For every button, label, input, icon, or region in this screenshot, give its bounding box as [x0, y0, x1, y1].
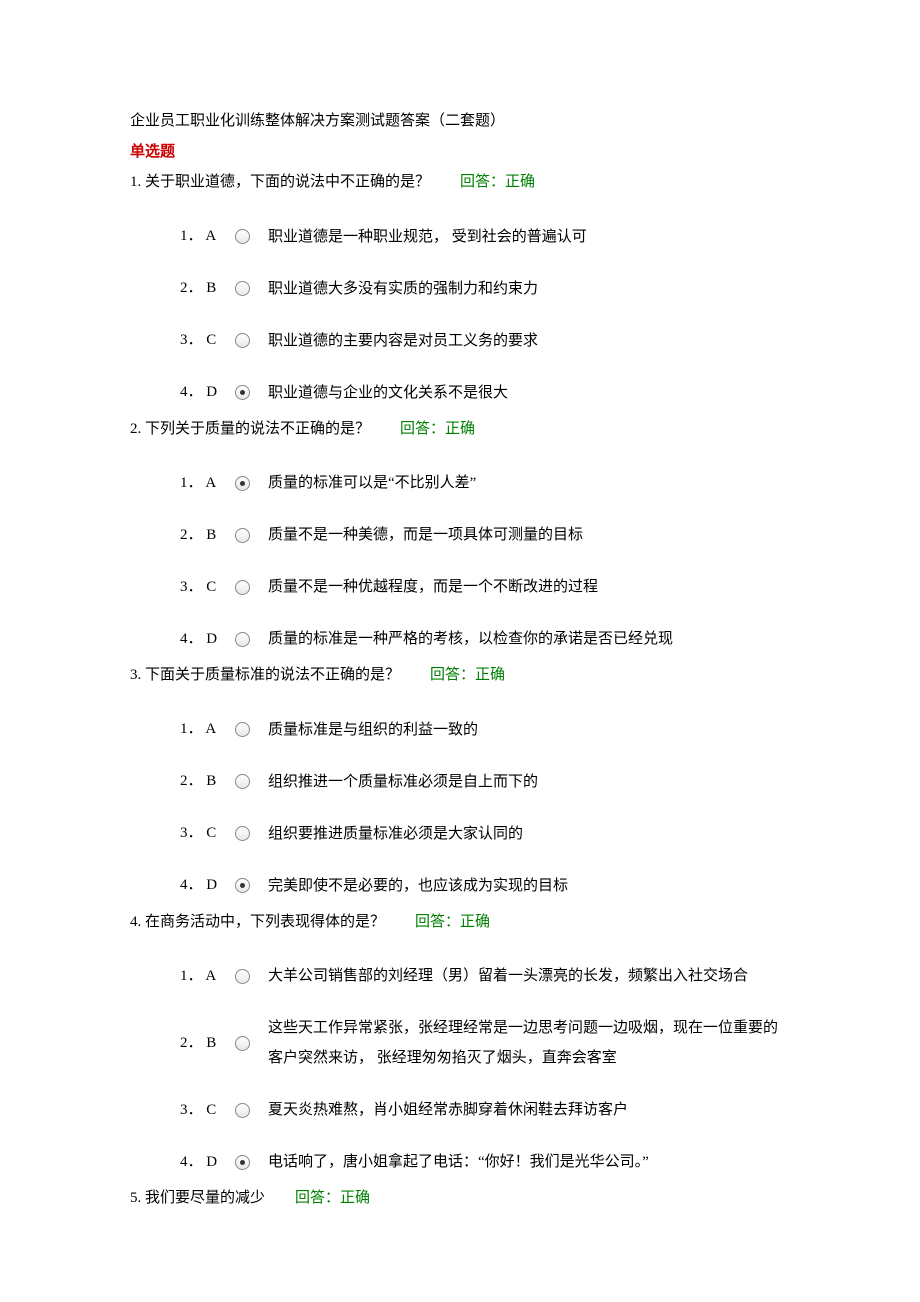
option-index: 3． C: [180, 822, 235, 845]
option-row: 3． C 质量不是一种优越程度，而是一个不断改进的过程: [180, 572, 790, 602]
radio-icon[interactable]: [235, 1036, 250, 1051]
question-text: 5. 我们要尽量的减少: [130, 1190, 265, 1206]
answer-status: 回答：正确: [415, 914, 490, 930]
option-index: 1． A: [180, 472, 235, 495]
option-text: 质量的标准是一种严格的考核，以检查你的承诺是否已经兑现: [268, 624, 790, 654]
radio-icon[interactable]: [235, 528, 250, 543]
radio-icon[interactable]: [235, 229, 250, 244]
answer-status: 回答：正确: [460, 174, 535, 190]
radio-icon[interactable]: [235, 476, 250, 491]
option-index: 3． C: [180, 329, 235, 352]
option-text: 电话响了，唐小姐拿起了电话：“你好！我们是光华公司。”: [268, 1147, 790, 1177]
question-text: 1. 关于职业道德，下面的说法中不正确的是？: [130, 174, 430, 190]
question-line: 2. 下列关于质量的说法不正确的是？ 回答：正确: [130, 418, 790, 441]
options-block: 1． A 职业道德是一种职业规范， 受到社会的普遍认可 2． B 职业道德大多没有实质…: [130, 222, 790, 408]
option-text: 组织推进一个质量标准必须是自上而下的: [268, 767, 790, 797]
question-text: 3. 下面关于质量标准的说法不正确的是？: [130, 667, 400, 683]
radio-icon[interactable]: [235, 774, 250, 789]
question-line: 4. 在商务活动中，下列表现得体的是？ 回答：正确: [130, 911, 790, 934]
option-text: 组织要推进质量标准必须是大家认同的: [268, 819, 790, 849]
question-text: 2. 下列关于质量的说法不正确的是？: [130, 421, 370, 437]
radio-icon[interactable]: [235, 281, 250, 296]
radio-icon[interactable]: [235, 878, 250, 893]
option-row: 1． A 大羊公司销售部的刘经理（男）留着一头漂亮的长发，频繁出入社交场合: [180, 961, 790, 991]
answer-status: 回答：正确: [400, 421, 475, 437]
option-text: 质量标准是与组织的利益一致的: [268, 715, 790, 745]
radio-icon[interactable]: [235, 632, 250, 647]
options-block: 1． A 大羊公司销售部的刘经理（男）留着一头漂亮的长发，频繁出入社交场合 2． B…: [130, 961, 790, 1177]
radio-icon[interactable]: [235, 1155, 250, 1170]
option-row: 4． D 职业道德与企业的文化关系不是很大: [180, 378, 790, 408]
option-index: 1． A: [180, 718, 235, 741]
option-text: 这些天工作异常紧张，张经理经常是一边思考问题一边吸烟，现在一位重要的客户突然来访…: [268, 1013, 790, 1073]
option-row: 2． B 组织推进一个质量标准必须是自上而下的: [180, 767, 790, 797]
options-block: 1． A 质量标准是与组织的利益一致的 2． B 组织推进一个质量标准必须是自上而下的…: [130, 715, 790, 901]
answer-status: 回答：正确: [430, 667, 505, 683]
option-row: 3． C 组织要推进质量标准必须是大家认同的: [180, 819, 790, 849]
option-row: 2． B 这些天工作异常紧张，张经理经常是一边思考问题一边吸烟，现在一位重要的客户…: [180, 1013, 790, 1073]
option-text: 职业道德是一种职业规范， 受到社会的普遍认可: [268, 222, 790, 252]
document-title: 企业员工职业化训练整体解决方案测试题答案（二套题）: [130, 110, 790, 133]
option-row: 1． A 质量的标准可以是“不比别人差”: [180, 468, 790, 498]
option-row: 2． B 质量不是一种美德，而是一项具体可测量的目标: [180, 520, 790, 550]
option-row: 1． A 职业道德是一种职业规范， 受到社会的普遍认可: [180, 222, 790, 252]
option-text: 职业道德与企业的文化关系不是很大: [268, 378, 790, 408]
option-index: 4． D: [180, 381, 235, 404]
option-index: 4． D: [180, 1151, 235, 1174]
radio-icon[interactable]: [235, 969, 250, 984]
option-index: 4． D: [180, 874, 235, 897]
option-index: 1． A: [180, 965, 235, 988]
option-text: 职业道德的主要内容是对员工义务的要求: [268, 326, 790, 356]
radio-icon[interactable]: [235, 580, 250, 595]
option-text: 职业道德大多没有实质的强制力和约束力: [268, 274, 790, 304]
radio-icon[interactable]: [235, 722, 250, 737]
option-text: 完美即使不是必要的，也应该成为实现的目标: [268, 871, 790, 901]
option-row: 4． D 完美即使不是必要的，也应该成为实现的目标: [180, 871, 790, 901]
option-text: 质量不是一种优越程度，而是一个不断改进的过程: [268, 572, 790, 602]
question-text: 4. 在商务活动中，下列表现得体的是？: [130, 914, 385, 930]
answer-status: 回答：正确: [295, 1190, 370, 1206]
radio-icon[interactable]: [235, 1103, 250, 1118]
option-index: 3． C: [180, 576, 235, 599]
section-heading: 单选题: [130, 141, 790, 164]
option-index: 3． C: [180, 1099, 235, 1122]
option-index: 1． A: [180, 225, 235, 248]
question-line: 3. 下面关于质量标准的说法不正确的是？ 回答：正确: [130, 664, 790, 687]
option-row: 4． D 质量的标准是一种严格的考核，以检查你的承诺是否已经兑现: [180, 624, 790, 654]
option-index: 4． D: [180, 628, 235, 651]
question-line: 5. 我们要尽量的减少 回答：正确: [130, 1187, 790, 1210]
option-text: 质量的标准可以是“不比别人差”: [268, 468, 790, 498]
option-text: 大羊公司销售部的刘经理（男）留着一头漂亮的长发，频繁出入社交场合: [268, 961, 790, 991]
radio-icon[interactable]: [235, 333, 250, 348]
radio-icon[interactable]: [235, 385, 250, 400]
radio-icon[interactable]: [235, 826, 250, 841]
option-row: 2． B 职业道德大多没有实质的强制力和约束力: [180, 274, 790, 304]
option-index: 2． B: [180, 1032, 235, 1055]
option-text: 夏天炎热难熬，肖小姐经常赤脚穿着休闲鞋去拜访客户: [268, 1095, 790, 1125]
option-index: 2． B: [180, 277, 235, 300]
option-index: 2． B: [180, 524, 235, 547]
option-row: 3． C 职业道德的主要内容是对员工义务的要求: [180, 326, 790, 356]
option-index: 2． B: [180, 770, 235, 793]
question-line: 1. 关于职业道德，下面的说法中不正确的是？ 回答：正确: [130, 171, 790, 194]
options-block: 1． A 质量的标准可以是“不比别人差” 2． B 质量不是一种美德，而是一项具体可测…: [130, 468, 790, 654]
option-row: 1． A 质量标准是与组织的利益一致的: [180, 715, 790, 745]
option-text: 质量不是一种美德，而是一项具体可测量的目标: [268, 520, 790, 550]
questions-container: 1. 关于职业道德，下面的说法中不正确的是？ 回答：正确 1． A 职业道德是一种职业…: [130, 171, 790, 1210]
option-row: 3． C 夏天炎热难熬，肖小姐经常赤脚穿着休闲鞋去拜访客户: [180, 1095, 790, 1125]
option-row: 4． D 电话响了，唐小姐拿起了电话：“你好！我们是光华公司。”: [180, 1147, 790, 1177]
